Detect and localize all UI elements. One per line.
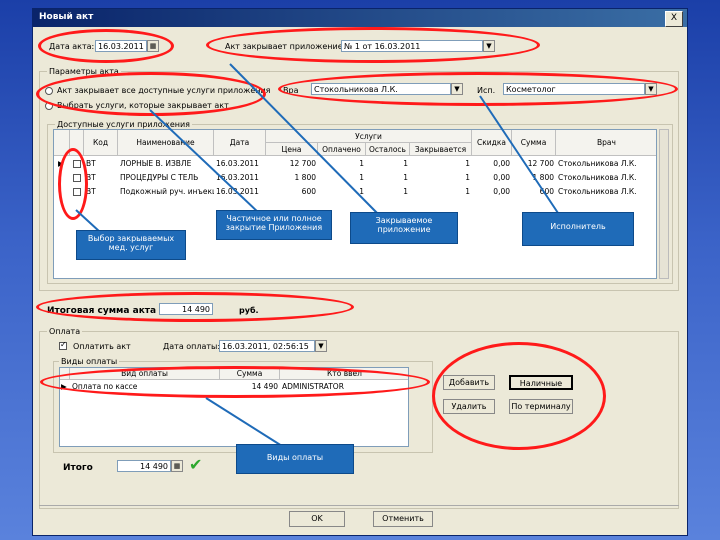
callout-line	[149, 109, 261, 215]
callout-lines	[75, 63, 561, 447]
callout-line	[75, 209, 101, 233]
callout-partial-full: Частичное или полное закрытие Приложения	[216, 210, 332, 240]
callout-line	[479, 95, 561, 217]
callout-select-services: Выбор закрываемых мед. услуг	[76, 230, 186, 260]
callout-line	[229, 63, 381, 217]
callout-pay-types: Виды оплаты	[236, 444, 354, 474]
callout-performer: Исполнитель	[522, 212, 634, 246]
callout-closed-app: Закрываемое приложение	[350, 212, 458, 244]
callout-line	[205, 397, 283, 447]
